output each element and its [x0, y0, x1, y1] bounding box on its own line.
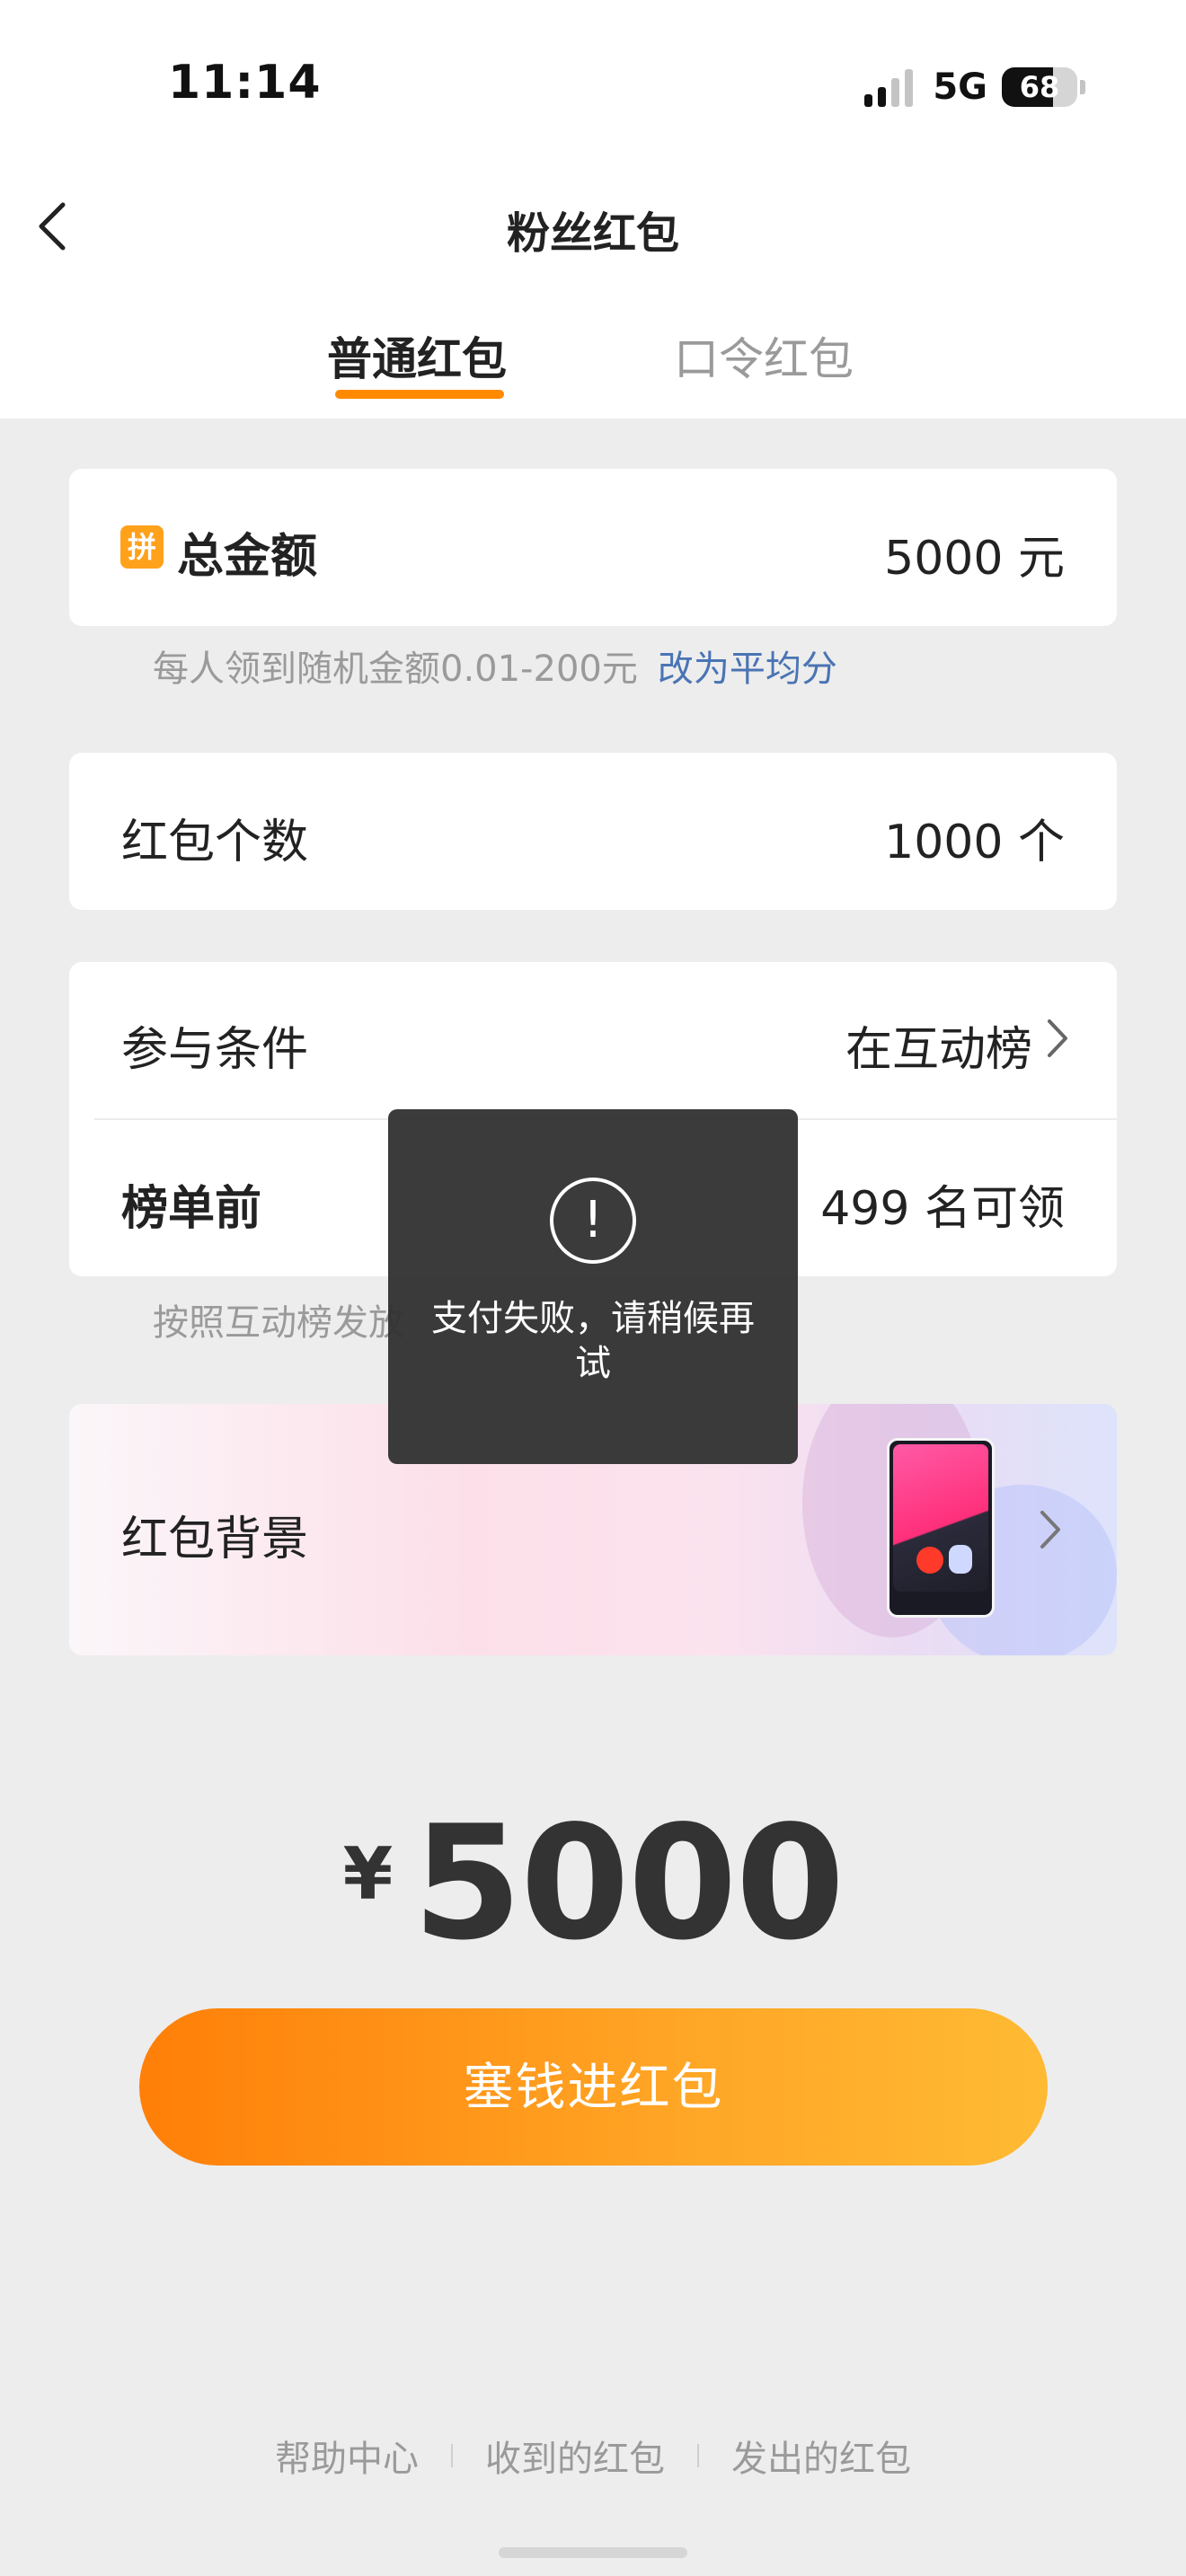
chevron-right-icon[interactable] [1038, 1509, 1063, 1550]
tab-code-packet[interactable]: 口令红包 [674, 323, 854, 388]
total-amount-field[interactable]: 拼 总金额 5000 元 [69, 469, 1117, 626]
conditions-hint: 按照互动榜发放 [153, 1302, 404, 1344]
battery-percent: 68 [1019, 70, 1060, 104]
total-amount-value[interactable]: 5000 元 [884, 520, 1065, 587]
signal-icon [864, 67, 914, 107]
toast-message: 支付失败，请稍候再试 [431, 1298, 755, 1384]
preview-character [916, 1547, 943, 1574]
pin-icon: 拼 [120, 525, 164, 569]
error-toast: ! 支付失败，请稍候再试 [388, 1109, 798, 1464]
fan-red-packet-page: 11:14 5G 68 粉丝红包 普通红包 口令红包 拼 总金额 5000 元 … [0, 0, 1186, 2576]
warning-icon: ! [550, 1178, 636, 1264]
amount-hint: 每人领到随机金额0.01-200元 改为平均分 [153, 640, 837, 692]
total-amount-display: 5000 [412, 1793, 845, 1975]
chevron-right-icon[interactable] [1045, 1018, 1070, 1059]
amount-hint-text: 每人领到随机金额0.01-200元 [153, 648, 638, 690]
currency-symbol: ¥ [342, 1832, 394, 1916]
status-indicators: 5G 68 [864, 65, 1085, 110]
sent-packets-link[interactable]: 发出的红包 [731, 2430, 911, 2482]
battery-tip [1080, 80, 1085, 94]
battery-icon: 68 [1002, 67, 1077, 107]
conditions-value[interactable]: 在互动榜 [845, 1011, 1032, 1079]
total-amount-label: 总金额 [177, 530, 318, 584]
active-tab-indicator [335, 390, 504, 399]
status-time: 11:14 [168, 56, 322, 110]
network-label: 5G [933, 66, 987, 108]
help-center-link[interactable]: 帮助中心 [275, 2430, 419, 2482]
total-display: ¥ 5000 [0, 1805, 1186, 1963]
pay-button[interactable]: 塞钱进红包 [139, 2008, 1048, 2166]
home-indicator [499, 2547, 687, 2558]
received-packets-link[interactable]: 收到的红包 [485, 2430, 665, 2482]
background-label: 红包背景 [121, 1513, 309, 1566]
rank-value[interactable]: 499 名可领 [820, 1170, 1065, 1238]
switch-to-even-link[interactable]: 改为平均分 [658, 648, 837, 690]
packet-count-field[interactable]: 红包个数 1000 个 [69, 753, 1117, 910]
background-preview-thumbnail[interactable] [887, 1438, 995, 1618]
packet-count-label: 红包个数 [121, 816, 309, 869]
rank-label: 榜单前 [121, 1182, 262, 1236]
tab-normal-packet[interactable]: 普通红包 [327, 323, 507, 388]
packet-count-value[interactable]: 1000 个 [884, 804, 1065, 871]
footer-links: 帮助中心 收到的红包 发出的红包 [0, 2430, 1186, 2482]
conditions-label: 参与条件 [121, 1023, 309, 1077]
divider [697, 2444, 699, 2467]
preview-character [949, 1545, 972, 1574]
divider [451, 2444, 453, 2467]
header-area: 11:14 5G 68 粉丝红包 普通红包 口令红包 [0, 0, 1186, 419]
preview-screen [893, 1444, 988, 1592]
page-title: 粉丝红包 [506, 208, 679, 259]
